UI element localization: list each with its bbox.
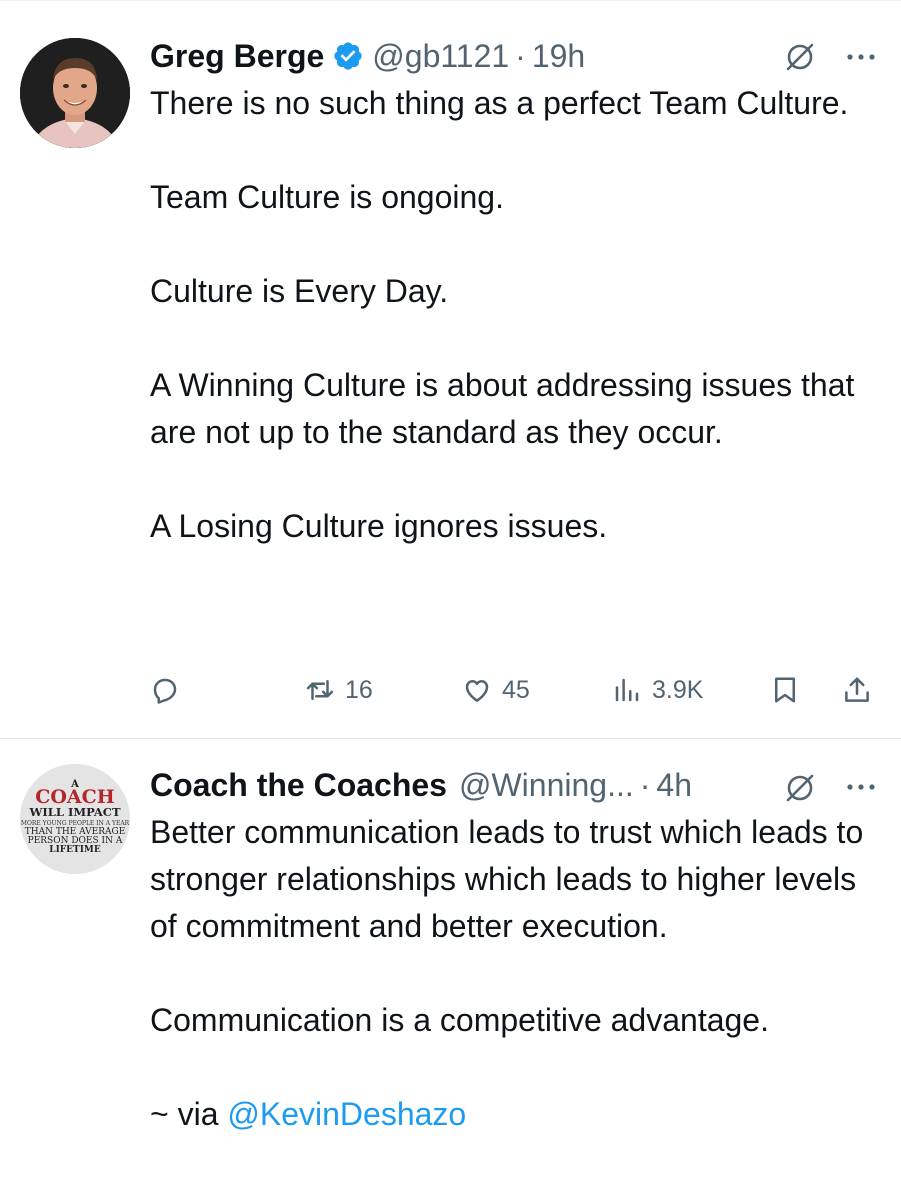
paragraph: A Winning Culture is about addressing is… (150, 367, 864, 450)
reply-icon (153, 678, 177, 704)
tweet-greg-berge[interactable]: Greg Berge @gb1121 · 19h There is no suc… (0, 0, 901, 739)
tweet-text: Better communication leads to trust whic… (150, 809, 870, 1138)
verified-badge-icon (334, 42, 362, 70)
paragraph: Better communication leads to trust whic… (150, 814, 873, 944)
avatar[interactable] (20, 38, 130, 148)
author-name[interactable]: Coach the Coaches (150, 767, 447, 804)
action-bar: 16 45 3.9K (0, 664, 901, 716)
timestamp[interactable]: 4h (656, 767, 692, 804)
paragraph: Culture is Every Day. (150, 273, 449, 309)
avatar-text: MORE YOUNG PEOPLE IN A YEAR (21, 820, 130, 827)
via-prefix: ~ via (150, 1096, 228, 1132)
timestamp[interactable]: 19h (532, 38, 585, 75)
retweet-button[interactable]: 16 (305, 664, 373, 716)
more-icon[interactable] (845, 52, 877, 62)
paragraph: A Losing Culture ignores issues. (150, 508, 608, 544)
views-button[interactable]: 3.9K (612, 664, 703, 716)
avatar-poster-image: A COACH WILL IMPACT MORE YOUNG PEOPLE IN… (20, 764, 130, 874)
tweet-header: Greg Berge @gb1121 · 19h (150, 34, 585, 78)
author-handle[interactable]: @Winning... (459, 767, 634, 804)
paragraph: Team Culture is ongoing. (150, 179, 504, 215)
views-icon (615, 678, 639, 702)
bookmark-icon (775, 677, 795, 703)
more-icon[interactable] (845, 782, 877, 792)
retweet-count: 16 (345, 675, 373, 704)
like-icon (465, 680, 489, 702)
grok-icon[interactable] (783, 40, 817, 74)
view-count: 3.9K (652, 675, 704, 704)
share-button[interactable] (842, 664, 872, 716)
reply-button[interactable] (150, 664, 190, 716)
avatar[interactable]: A COACH WILL IMPACT MORE YOUNG PEOPLE IN… (20, 764, 130, 874)
retweet-icon (306, 680, 334, 700)
share-icon (845, 677, 869, 702)
bookmark-button[interactable] (770, 664, 800, 716)
like-button[interactable]: 45 (462, 664, 530, 716)
paragraph: Communication is a competitive advantage… (150, 1002, 769, 1038)
avatar-text: LIFETIME (49, 845, 101, 855)
tweet-header: Coach the Coaches @Winning... · 4h (150, 763, 692, 807)
author-name[interactable]: Greg Berge (150, 38, 324, 75)
avatar-text: WILL IMPACT (28, 805, 120, 819)
separator-dot: · (639, 766, 651, 803)
separator-dot: · (515, 37, 526, 74)
grok-icon[interactable] (783, 771, 817, 805)
like-count: 45 (502, 675, 530, 704)
author-handle[interactable]: @gb1121 (372, 38, 509, 75)
tweet-text: There is no such thing as a perfect Team… (150, 80, 870, 550)
paragraph: There is no such thing as a perfect Team… (150, 85, 849, 121)
mention-link[interactable]: @KevinDeshazo (227, 1096, 466, 1132)
tweet-coach-the-coaches[interactable]: A COACH WILL IMPACT MORE YOUNG PEOPLE IN… (0, 739, 901, 1200)
avatar-photo-image (20, 38, 130, 148)
